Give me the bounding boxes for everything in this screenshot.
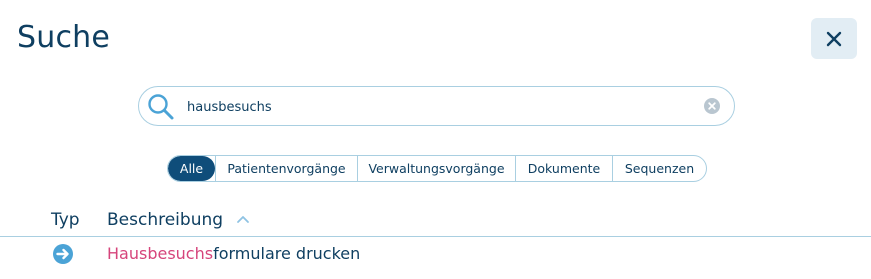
page-title: Suche bbox=[17, 20, 111, 55]
arrow-right-circle-icon bbox=[53, 244, 73, 264]
search-input[interactable] bbox=[187, 97, 687, 117]
search-box[interactable] bbox=[138, 86, 735, 126]
row-description: formulare drucken bbox=[213, 244, 361, 263]
close-button[interactable] bbox=[811, 18, 857, 59]
tab-verwaltungsvorgaenge[interactable]: Verwaltungsvorgänge bbox=[357, 156, 515, 181]
column-header-description[interactable]: Beschreibung bbox=[107, 210, 223, 230]
search-match-highlight: Hausbesuchs bbox=[107, 244, 214, 263]
chevron-up-icon[interactable] bbox=[236, 214, 250, 224]
search-icon bbox=[148, 94, 174, 120]
tab-patientenvorgaenge[interactable]: Patientenvorgänge bbox=[215, 156, 357, 181]
column-header-type[interactable]: Typ bbox=[51, 210, 80, 230]
filter-tabs: Alle Patientenvorgänge Verwaltungsvorgän… bbox=[167, 155, 707, 182]
clear-icon[interactable] bbox=[704, 98, 720, 114]
table-row[interactable]: Hausbesuchsformulare drucken bbox=[107, 244, 360, 263]
close-icon bbox=[826, 31, 842, 46]
tab-sequenzen[interactable]: Sequenzen bbox=[612, 156, 706, 181]
table-header-divider bbox=[0, 236, 871, 237]
tab-dokumente[interactable]: Dokumente bbox=[515, 156, 612, 181]
tab-alle[interactable]: Alle bbox=[168, 156, 215, 181]
